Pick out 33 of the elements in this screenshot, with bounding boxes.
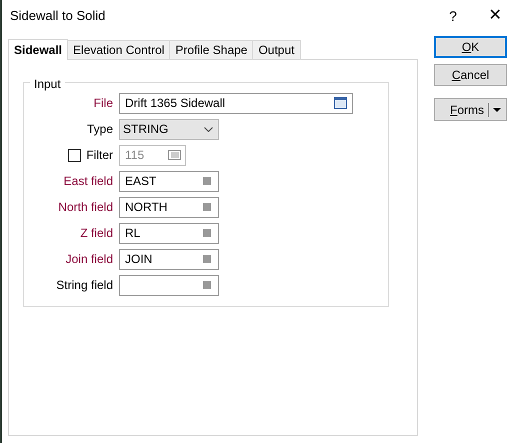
forms-button[interactable]: Forms	[434, 98, 507, 121]
tab[interactable]: Profile Shape	[170, 40, 254, 59]
field-input[interactable]: NORTH	[119, 196, 219, 218]
help-button[interactable]: ?	[433, 1, 473, 31]
ok-button[interactable]: OK	[434, 36, 507, 58]
type-dropdown[interactable]: STRING	[119, 118, 219, 140]
cancel-button[interactable]: Cancel	[434, 64, 507, 86]
window-title: Sidewall to Solid	[10, 7, 106, 26]
field-label: String field	[56, 277, 113, 294]
field-input[interactable]: JOIN	[119, 248, 219, 270]
chevron-down-icon	[204, 126, 213, 132]
list-icon	[203, 255, 211, 263]
dropdown-arrow-icon	[493, 108, 501, 112]
field-label: Z field	[80, 225, 113, 242]
list-icon	[203, 203, 211, 211]
field-label: Type	[86, 121, 113, 138]
tab[interactable]: Output	[253, 40, 300, 59]
file-field[interactable]: Drift 1365 Sidewall	[119, 92, 353, 114]
field-label: File	[94, 95, 113, 112]
field-label: North field	[58, 199, 113, 216]
tab[interactable]: Elevation Control	[68, 40, 170, 59]
field-label: Join field	[66, 251, 113, 268]
list-icon	[203, 229, 211, 237]
tab[interactable]: Sidewall	[8, 39, 68, 60]
field-label: Filter	[86, 147, 113, 164]
field-input[interactable]: RL	[119, 222, 219, 244]
list-icon	[203, 281, 211, 289]
close-button[interactable]: ✕	[473, 1, 517, 31]
field-input[interactable]	[119, 274, 219, 296]
browse-icon[interactable]	[334, 97, 347, 109]
field-input[interactable]: EAST	[119, 170, 219, 192]
list-icon	[203, 177, 211, 185]
field-label: East field	[64, 173, 113, 190]
